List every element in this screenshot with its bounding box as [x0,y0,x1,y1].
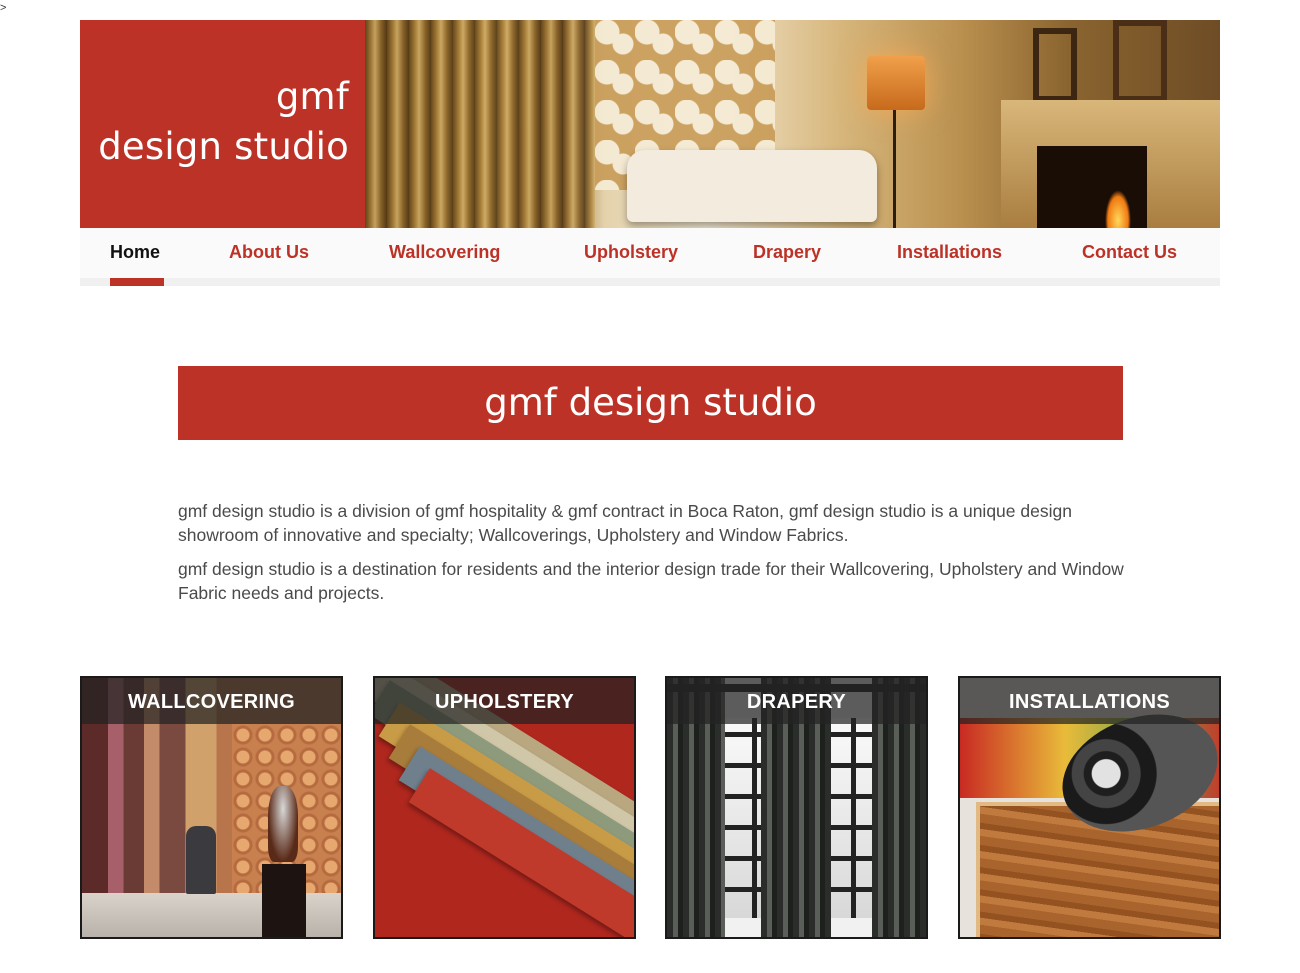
nav-about-us[interactable]: About Us [229,242,309,263]
site-header: gmf design studio [80,20,1220,228]
nav-installations[interactable]: Installations [897,242,1002,263]
chair-image [186,826,216,894]
intro-paragraph-1: gmf design studio is a division of gmf h… [178,501,1072,545]
nav-active-indicator [110,278,164,286]
hero-lamp-stand [893,110,896,228]
nav-wallcovering[interactable]: Wallcovering [389,242,500,263]
intro-paragraph-2: gmf design studio is a destination for r… [178,559,1124,603]
hero-picture-frame [1113,20,1167,102]
hero-image [365,20,1220,228]
tile-label: WALLCOVERING [82,678,341,724]
table-lamp-image [268,786,298,862]
tile-label: UPHOLSTERY [375,678,634,724]
logo-line-1: gmf [275,75,349,118]
nav-upholstery[interactable]: Upholstery [584,242,678,263]
hero-fire [1105,190,1131,228]
hero-picture-frame [1033,28,1077,102]
tile-label: INSTALLATIONS [960,678,1219,724]
nav-contact-us[interactable]: Contact Us [1082,242,1177,263]
intro-text: gmf design studio is a division of gmf h… [178,499,1128,615]
side-table-image [262,864,306,937]
tile-drapery[interactable]: DRAPERY [665,676,928,939]
stray-character: > [0,2,7,14]
nav-home[interactable]: Home [110,242,160,263]
main-nav: Home About Us Wallcovering Upholstery Dr… [80,228,1220,286]
logo[interactable]: gmf design studio [80,20,365,228]
tile-wallcovering[interactable]: WALLCOVERING [80,676,343,939]
tile-label: DRAPERY [667,678,926,724]
hero-sofa [627,150,877,222]
hero-lamp-shade [867,56,925,110]
logo-line-2: design studio [98,125,349,168]
tile-installations[interactable]: INSTALLATIONS [958,676,1221,939]
tile-upholstery[interactable]: UPHOLSTERY [373,676,636,939]
nav-drapery[interactable]: Drapery [753,242,821,263]
hero-striped-wallcovering [365,20,595,228]
page-title-banner: gmf design studio [178,366,1123,440]
